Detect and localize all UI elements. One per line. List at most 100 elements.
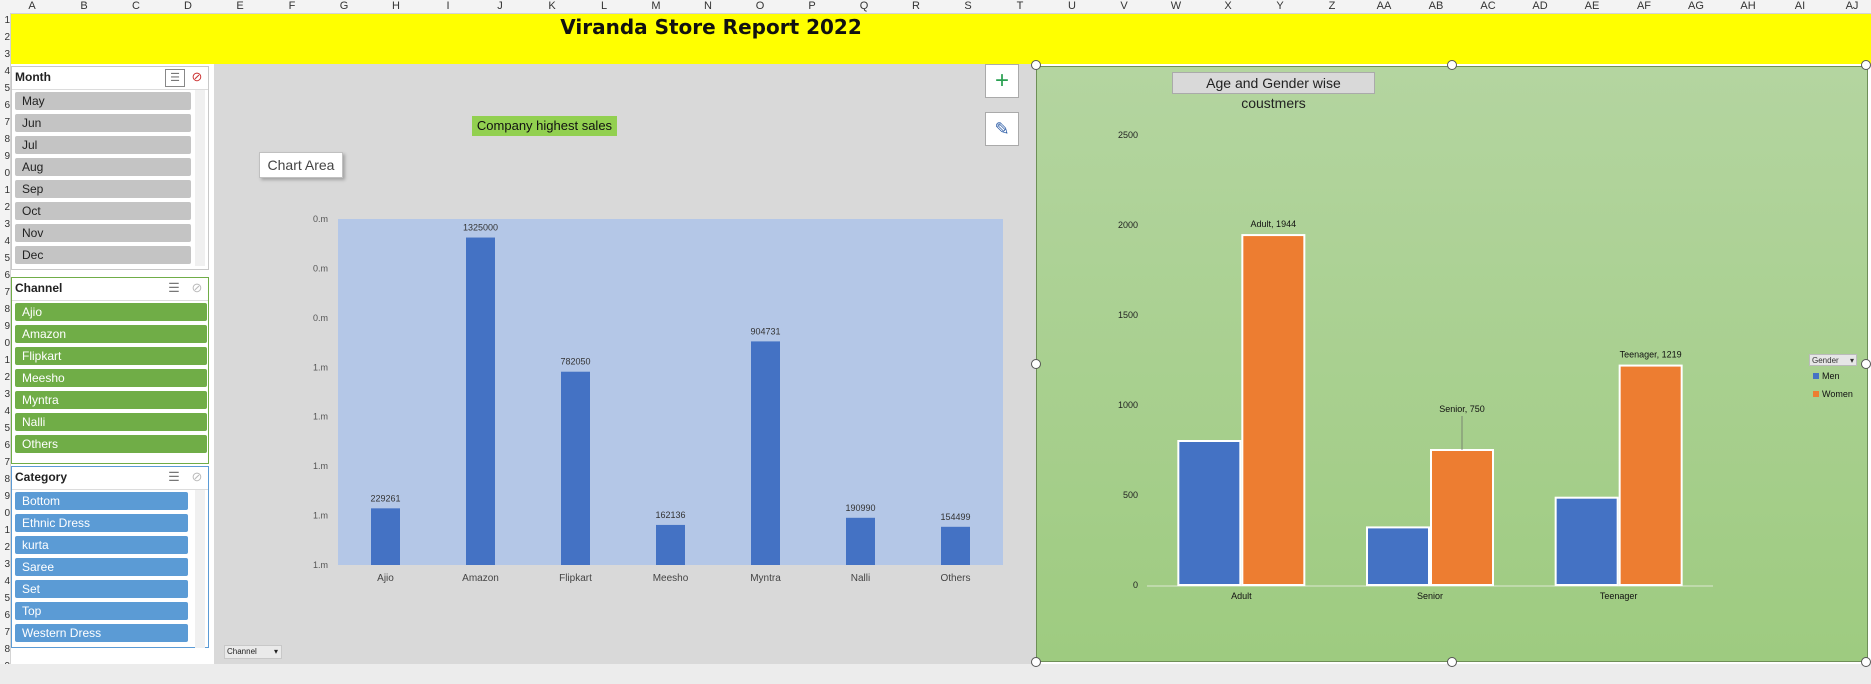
column-letter[interactable]: AA bbox=[1358, 0, 1410, 13]
row-number[interactable]: 0 bbox=[0, 168, 10, 179]
column-letter[interactable]: S bbox=[942, 0, 994, 13]
gender-filter-button[interactable]: Gender ▾ bbox=[1809, 354, 1857, 366]
row-number[interactable]: 0 bbox=[0, 508, 10, 519]
row-number[interactable]: 8 bbox=[0, 304, 10, 315]
resize-handle[interactable] bbox=[1031, 359, 1041, 369]
column-letter[interactable]: O bbox=[734, 0, 786, 13]
row-number[interactable]: 5 bbox=[0, 83, 10, 94]
column-letter[interactable]: J bbox=[474, 0, 526, 13]
row-number[interactable]: 6 bbox=[0, 270, 10, 281]
slicer-item-dec[interactable]: Dec bbox=[15, 246, 191, 264]
row-number[interactable]: 2 bbox=[0, 202, 10, 213]
column-letter[interactable]: X bbox=[1202, 0, 1254, 13]
slicer-item-others[interactable]: Others bbox=[15, 435, 207, 453]
row-number[interactable]: 5 bbox=[0, 423, 10, 434]
slicer-item-ajio[interactable]: Ajio bbox=[15, 303, 207, 321]
row-number[interactable]: 9 bbox=[0, 321, 10, 332]
row-number[interactable]: 7 bbox=[0, 287, 10, 298]
row-number[interactable]: 2 bbox=[0, 372, 10, 383]
row-number[interactable]: 3 bbox=[0, 49, 10, 60]
column-letter[interactable]: I bbox=[422, 0, 474, 13]
column-letter[interactable]: D bbox=[162, 0, 214, 13]
column-letter[interactable]: W bbox=[1150, 0, 1202, 13]
resize-handle[interactable] bbox=[1447, 657, 1457, 667]
column-letter[interactable]: N bbox=[682, 0, 734, 13]
slicer-item-may[interactable]: May bbox=[15, 92, 191, 110]
column-letter[interactable]: R bbox=[890, 0, 942, 13]
clear-filter-icon[interactable]: ⊘ bbox=[188, 280, 206, 296]
resize-handle[interactable] bbox=[1031, 60, 1041, 70]
slicer-item-nov[interactable]: Nov bbox=[15, 224, 191, 242]
resize-handle[interactable] bbox=[1861, 657, 1871, 667]
slicer-item-meesho[interactable]: Meesho bbox=[15, 369, 207, 387]
resize-handle[interactable] bbox=[1861, 359, 1871, 369]
row-number[interactable]: 1 bbox=[0, 15, 10, 26]
column-letter[interactable]: AE bbox=[1566, 0, 1618, 13]
age-gender-chart-title[interactable]: Age and Gender wise coustmers bbox=[1172, 72, 1375, 111]
slicer-item-western-dress[interactable]: Western Dress bbox=[15, 624, 188, 642]
slicer-item-oct[interactable]: Oct bbox=[15, 202, 191, 220]
row-number[interactable]: 2 bbox=[0, 32, 10, 43]
slicer-item-top[interactable]: Top bbox=[15, 602, 188, 620]
multi-select-icon[interactable]: ☰ bbox=[165, 469, 183, 485]
slicer-item-aug[interactable]: Aug bbox=[15, 158, 191, 176]
resize-handle[interactable] bbox=[1861, 60, 1871, 70]
slicer-item-ethnic-dress[interactable]: Ethnic Dress bbox=[15, 514, 188, 532]
column-letter[interactable]: C bbox=[110, 0, 162, 13]
row-number[interactable]: 1 bbox=[0, 185, 10, 196]
row-number[interactable]: 5 bbox=[0, 253, 10, 264]
row-number[interactable]: 4 bbox=[0, 66, 10, 77]
column-letter[interactable]: H bbox=[370, 0, 422, 13]
row-number[interactable]: 9 bbox=[0, 491, 10, 502]
slicer-item-bottom[interactable]: Bottom bbox=[15, 492, 188, 510]
row-number[interactable]: 6 bbox=[0, 100, 10, 111]
column-letter[interactable]: F bbox=[266, 0, 318, 13]
column-letter[interactable]: Q bbox=[838, 0, 890, 13]
slicer-item-nalli[interactable]: Nalli bbox=[15, 413, 207, 431]
row-number[interactable]: 1 bbox=[0, 525, 10, 536]
column-letter[interactable]: P bbox=[786, 0, 838, 13]
row-number[interactable]: 1 bbox=[0, 355, 10, 366]
column-letter[interactable]: U bbox=[1046, 0, 1098, 13]
column-letter[interactable]: AI bbox=[1774, 0, 1826, 13]
column-letter[interactable]: AF bbox=[1618, 0, 1670, 13]
row-number[interactable]: 5 bbox=[0, 593, 10, 604]
category-scrollbar[interactable] bbox=[195, 490, 205, 648]
row-number[interactable]: 2 bbox=[0, 542, 10, 553]
row-number[interactable]: 8 bbox=[0, 134, 10, 145]
clear-filter-icon[interactable]: ⊘ bbox=[188, 69, 206, 85]
multi-select-icon[interactable]: ☰ bbox=[165, 280, 183, 296]
sales-chart-title[interactable]: Company highest sales bbox=[472, 116, 617, 136]
row-number[interactable]: 7 bbox=[0, 457, 10, 468]
multi-select-icon[interactable]: ☰ bbox=[165, 69, 185, 87]
row-number[interactable]: 4 bbox=[0, 236, 10, 247]
add-chart-element-icon[interactable]: + bbox=[985, 64, 1019, 98]
column-letter[interactable]: B bbox=[58, 0, 110, 13]
channel-filter-button[interactable]: Channel ▾ bbox=[224, 645, 282, 659]
column-letter[interactable]: M bbox=[630, 0, 682, 13]
slicer-item-amazon[interactable]: Amazon bbox=[15, 325, 207, 343]
row-number[interactable]: 7 bbox=[0, 627, 10, 638]
resize-handle[interactable] bbox=[1031, 657, 1041, 667]
row-number[interactable]: 9 bbox=[0, 151, 10, 162]
row-number[interactable]: 4 bbox=[0, 406, 10, 417]
column-letter[interactable]: Y bbox=[1254, 0, 1306, 13]
slicer-item-set[interactable]: Set bbox=[15, 580, 188, 598]
column-letter[interactable]: Z bbox=[1306, 0, 1358, 13]
row-number[interactable]: 0 bbox=[0, 338, 10, 349]
column-letter[interactable]: AJ bbox=[1826, 0, 1871, 13]
slicer-item-flipkart[interactable]: Flipkart bbox=[15, 347, 207, 365]
slicer-item-jun[interactable]: Jun bbox=[15, 114, 191, 132]
slicer-item-jul[interactable]: Jul bbox=[15, 136, 191, 154]
column-letter[interactable]: AD bbox=[1514, 0, 1566, 13]
slicer-item-saree[interactable]: Saree bbox=[15, 558, 188, 576]
column-letter[interactable]: AB bbox=[1410, 0, 1462, 13]
month-scrollbar[interactable] bbox=[195, 90, 205, 266]
slicer-item-myntra[interactable]: Myntra bbox=[15, 391, 207, 409]
row-number[interactable]: 6 bbox=[0, 610, 10, 621]
row-number[interactable]: 3 bbox=[0, 559, 10, 570]
row-number[interactable]: 7 bbox=[0, 117, 10, 128]
slicer-item-sep[interactable]: Sep bbox=[15, 180, 191, 198]
column-letter[interactable]: AG bbox=[1670, 0, 1722, 13]
column-letter[interactable]: AH bbox=[1722, 0, 1774, 13]
